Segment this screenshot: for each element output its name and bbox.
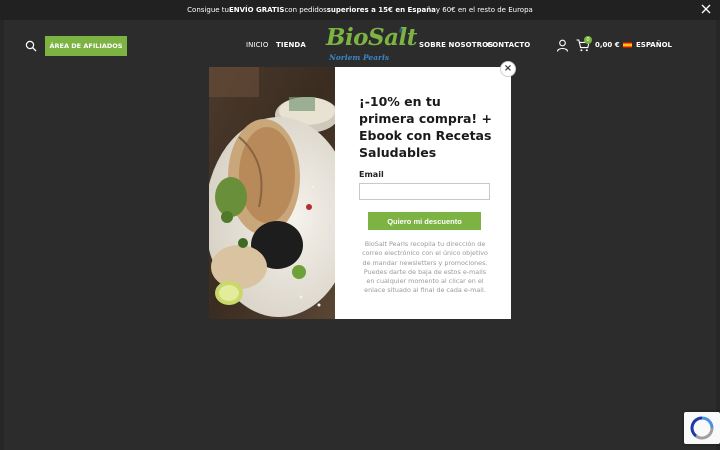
recaptcha-icon [690, 416, 714, 440]
popup-close-button[interactable]: × [500, 61, 516, 77]
email-field[interactable] [359, 183, 490, 200]
recaptcha-badge[interactable] [684, 412, 720, 444]
modal-overlay[interactable]: × ¡-10% en tu primera compra! + Ebook co… [0, 0, 720, 450]
email-label: Email [359, 170, 384, 179]
popup-title: ¡-10% en tu primera compra! + Ebook con … [359, 94, 492, 160]
discount-submit-button[interactable]: Quiero mi descuento [368, 212, 481, 230]
privacy-disclaimer: BioSalt Pearls recopila tu dirección de … [362, 240, 488, 295]
popup-food-photo [209, 67, 335, 319]
